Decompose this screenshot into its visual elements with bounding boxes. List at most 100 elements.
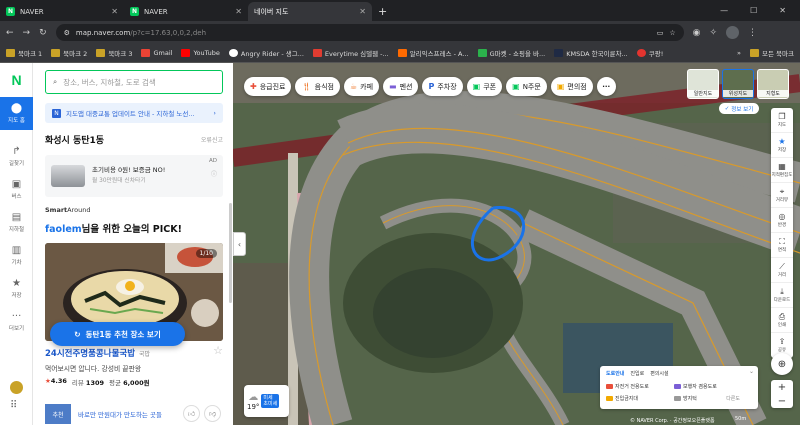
reload-icon[interactable]: ↻ (39, 28, 47, 38)
minimize-icon[interactable]: — (720, 6, 728, 15)
back-icon[interactable]: ← (6, 28, 14, 38)
rail-item-more[interactable]: ··· 더보기 (0, 305, 33, 338)
category-chips: ✚ 응급진료 🍴︎ 음식점 ☕︎ 카페 ▬ 펜션 P 주차장 ▣ 쿠폰 ▣ N주문 ▣ 편의점 … (244, 77, 616, 96)
rail-item-home[interactable]: ⬤ 지도 홈 (0, 97, 33, 130)
ad-banner[interactable]: 초기비용 0원! 보증금 NO! 월 30만원대 신차타기 AD ⓘ (45, 155, 223, 197)
maptype-terrain[interactable]: 지형도 (757, 69, 789, 99)
naver-logo[interactable]: N (0, 63, 33, 97)
bookmark-aliexpress[interactable]: 알리익스프레스 - A... (397, 48, 469, 58)
zoom-in-icon[interactable]: + (778, 382, 786, 393)
cast-icon[interactable]: ▭ (657, 29, 664, 37)
rail-item-saved[interactable]: ★ 저장 (0, 272, 33, 305)
chip-norder[interactable]: ▣ N주문 (506, 77, 547, 96)
site-info-icon[interactable]: ⚙ (64, 29, 70, 37)
tool-street-view[interactable]: ⌖ 거리뷰 (771, 183, 793, 208)
maptype-normal[interactable]: 일반지도 (687, 69, 719, 99)
star-icon: ★ (12, 277, 21, 289)
menu-icon[interactable]: ⋮ (748, 28, 757, 38)
bookmark-gmarket[interactable]: G마켓 - 쇼핑을 바... (477, 48, 546, 58)
chip-emergency[interactable]: ✚ 응급진료 (244, 77, 292, 96)
chip-store[interactable]: ▣ 편의점 (550, 77, 593, 96)
tool-print[interactable]: ⎙ 인쇄 (771, 308, 793, 333)
tool-area[interactable]: ⛶ 면적 (771, 233, 793, 258)
chip-more-button[interactable]: ··· (596, 77, 616, 96)
store-icon: ▣ (556, 82, 565, 91)
tool-cadastral[interactable]: ▦ 지적편집도 (771, 158, 793, 183)
chevron-down-icon[interactable]: ⌄ (749, 368, 754, 375)
legend-tab-facility[interactable]: 편의시설 (650, 370, 668, 377)
bookmark-label: G마켓 - 쇼핑을 바... (489, 50, 546, 58)
recommendation-row[interactable]: 추천 바로만 만원대가 만도하는 곳들 👍︎ 👎︎ (45, 400, 223, 425)
panel-scrollbar[interactable] (229, 203, 232, 303)
thumbs-up-icon[interactable]: 👍︎ (183, 405, 200, 422)
close-icon[interactable]: ✕ (111, 7, 118, 16)
chip-coupon[interactable]: ▣ 쿠폰 (466, 77, 503, 96)
place-name: 24시전주명품콩나물국밥 (45, 349, 136, 359)
bookmark-youtube[interactable]: YouTube (181, 49, 220, 57)
user-avatar[interactable] (10, 381, 23, 394)
forward-icon[interactable]: → (23, 28, 31, 38)
rail-item-train[interactable]: ▥ 기차 (0, 239, 33, 272)
bookmarks-overflow-icon[interactable]: » (737, 49, 741, 57)
rail-item-bus[interactable]: ▣ 버스 (0, 173, 33, 206)
rail-item-subway[interactable]: ▤ 지하철 (0, 206, 33, 239)
chip-cafe[interactable]: ☕︎ 카페 (343, 77, 380, 96)
compass-icon[interactable]: ⊕ (771, 353, 793, 375)
apps-grid-icon[interactable]: ⠿ (10, 400, 17, 411)
place-name-link[interactable]: 24시전주명품콩나물국밥 국밥 (45, 347, 150, 359)
tab-naver-map[interactable]: N 네이버 지도 ✕ (233, 2, 372, 72)
tool-download[interactable]: ⤓ 다운로드 (771, 283, 793, 308)
chip-restaurant[interactable]: 🍴︎ 음식점 (295, 77, 340, 96)
bookmark-folder-3[interactable]: 북마크 3 (96, 48, 132, 58)
tab-naver-2[interactable]: N NAVER ✕ (124, 2, 248, 21)
bookmark-kmsda[interactable]: KMSDA 한국이륜차... (554, 48, 628, 58)
ad-label: AD (209, 158, 217, 164)
smart-around-label: SmartAround (45, 206, 90, 214)
close-window-icon[interactable]: ✕ (779, 6, 786, 15)
tool-saved[interactable]: ★ 저장 (771, 133, 793, 158)
info-icon[interactable]: ⓘ (211, 169, 217, 178)
close-icon[interactable]: ✕ (235, 7, 242, 16)
coupon-icon: ▣ (472, 82, 481, 91)
puzzle-icon[interactable]: ✧ (710, 28, 718, 38)
notice-banner[interactable]: N 지도앱 대중교통 업데이트 안내 - 지하철 노선... › (45, 103, 223, 123)
bike-road-swatch (606, 384, 613, 389)
address-bar[interactable]: ⚙ map.naver.com/p?c=17.63,0,0,2,deh ▭ ☆ (55, 24, 684, 41)
weather-widget[interactable]: ☁ 19° 미세 초미세 (244, 385, 289, 417)
report-error-link[interactable]: 오류신고 (201, 135, 223, 144)
bookmark-coupang[interactable]: 쿠팡! (636, 48, 663, 58)
legend-tab-road[interactable]: 도로안내 (606, 370, 624, 377)
recommend-places-button[interactable]: ↻ 동탄1동 추천 장소 보기 (50, 322, 185, 346)
close-icon[interactable]: ✕ (359, 7, 366, 16)
legend-more-link[interactable]: 다른도 (726, 395, 740, 402)
tab-title: NAVER (144, 7, 168, 16)
tab-naver-1[interactable]: N NAVER ✕ (0, 2, 124, 21)
bookmark-star-icon[interactable]: ☆ (213, 344, 223, 357)
bookmark-angry-rider[interactable]: Angry Rider - 생그... (228, 48, 304, 58)
thumbs-down-icon[interactable]: 👎︎ (204, 405, 221, 422)
profile-avatar[interactable] (726, 26, 740, 39)
rail-item-directions[interactable]: ↱ 길찾기 (0, 140, 33, 173)
chip-parking[interactable]: P 주차장 (422, 77, 463, 96)
bookmark-folder-1[interactable]: 북마크 1 (6, 48, 42, 58)
bookmark-gmail[interactable]: Gmail (141, 49, 172, 57)
collapse-panel-button[interactable]: ‹ (233, 232, 246, 256)
cadastral-icon: ▦ (778, 161, 786, 171)
extension-icon[interactable]: ◉ (693, 28, 701, 38)
maximize-icon[interactable]: ☐ (750, 6, 757, 15)
bookmark-folder-2[interactable]: 북마크 2 (51, 48, 87, 58)
zoom-out-icon[interactable]: − (778, 396, 786, 407)
maptype-satellite[interactable]: 위성지도 (722, 69, 754, 99)
tool-radius[interactable]: ◎ 반경 (771, 208, 793, 233)
new-tab-button[interactable]: + (372, 2, 393, 21)
all-bookmarks[interactable]: 모든 북마크 (750, 48, 794, 58)
tool-distance[interactable]: ⟋ 거리 (771, 258, 793, 283)
search-input[interactable]: ⌕ 장소, 버스, 지하철, 도로 검색 (45, 70, 223, 94)
map-info-button[interactable]: ✓ 정보 보기 (719, 103, 759, 114)
bookmark-everytime[interactable]: Everytime 심델웹 -... (312, 48, 389, 58)
legend-tab-ramp[interactable]: 진입로 (630, 370, 644, 377)
share-icon: ⇪ (778, 337, 786, 346)
chip-pension[interactable]: ▬ 펜션 (383, 77, 419, 96)
bookmark-star-icon[interactable]: ☆ (669, 29, 675, 37)
tool-layers[interactable]: ❐ 지도 (771, 108, 793, 133)
